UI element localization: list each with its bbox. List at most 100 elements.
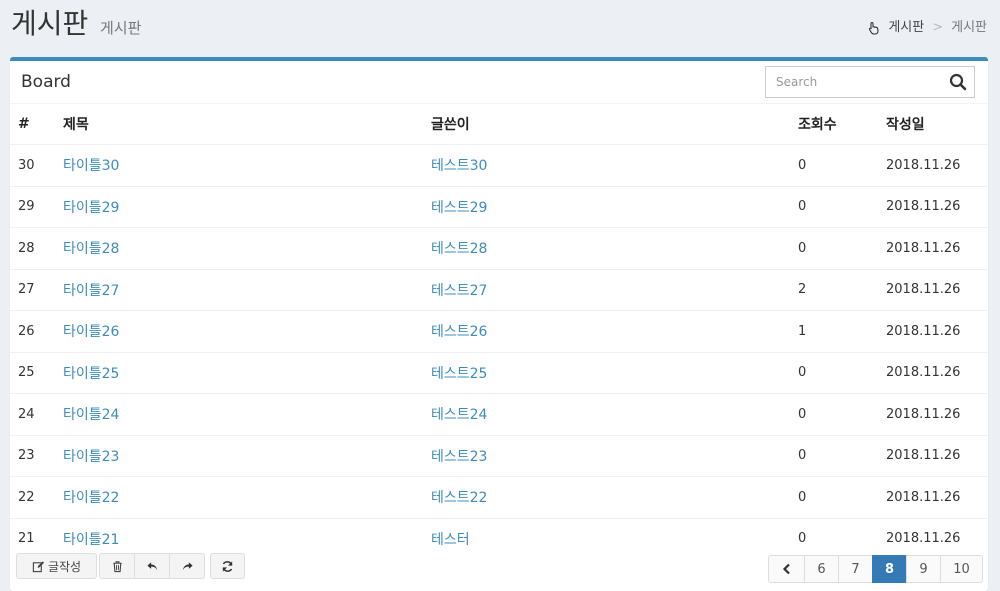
row-views: 1: [790, 310, 878, 352]
row-views: 0: [790, 393, 878, 435]
row-views: 0: [790, 434, 878, 477]
row-views: 0: [790, 185, 878, 228]
page-subtitle: 게시판: [100, 19, 142, 37]
row-writer-cell: 테스트26: [423, 310, 790, 352]
table-header-row: # 제목 글쓴이 조회수 작성일: [10, 104, 988, 145]
chevron-left-icon: [781, 563, 793, 575]
row-views: 2: [790, 268, 878, 311]
post-title-link[interactable]: 타이틀26: [63, 324, 119, 340]
row-number: 28: [10, 227, 55, 269]
row-date: 2018.11.26: [878, 185, 988, 228]
post-title-link[interactable]: 타이틀27: [63, 283, 119, 299]
row-title-cell: 타이틀22: [55, 476, 423, 518]
search-box: [765, 66, 975, 98]
post-title-link[interactable]: 타이틀21: [63, 532, 119, 548]
pagination-prev-button[interactable]: [768, 555, 805, 583]
row-views: 0: [790, 144, 878, 186]
breadcrumb-home-link[interactable]: 게시판: [888, 19, 924, 37]
search-icon[interactable]: [949, 73, 967, 91]
reply-button[interactable]: [134, 553, 170, 579]
row-date: 2018.11.26: [878, 227, 988, 269]
row-writer-cell: 테스트27: [423, 268, 790, 311]
post-title-link[interactable]: 타이틀29: [63, 200, 119, 216]
row-title-cell: 타이틀26: [55, 310, 423, 352]
row-number: 22: [10, 476, 55, 518]
board-box: Board # 제목 글쓴이 조회수 작성일 30타이틀30테스트3002018…: [10, 57, 988, 591]
search-input[interactable]: [776, 67, 936, 97]
row-date: 2018.11.26: [878, 144, 988, 186]
delete-button[interactable]: [99, 553, 135, 579]
write-button-label: 글작성: [47, 559, 82, 574]
table-body: 30 타이틀30 테스트30 0 2018.11.26 29 타이틀29 테스트29 0 2018…: [10, 144, 988, 559]
row-title-cell: 타이틀24: [55, 393, 423, 435]
post-writer-link[interactable]: 테스트30: [431, 158, 487, 174]
row-number: 25: [10, 351, 55, 394]
share-icon: [181, 560, 194, 573]
post-writer-link[interactable]: 테스트29: [431, 200, 487, 216]
column-header-number: #: [10, 104, 55, 145]
pagination-page-6[interactable]: 6: [804, 555, 839, 583]
row-number: 30: [10, 144, 55, 186]
row-writer-cell: 테스트28: [423, 227, 790, 269]
box-header: Board: [10, 61, 988, 104]
row-writer-cell: 테스트25: [423, 351, 790, 394]
post-title-link[interactable]: 타이틀24: [63, 407, 119, 423]
column-header-writer: 글쓴이: [423, 104, 790, 145]
column-header-views: 조회수: [790, 104, 878, 145]
row-date: 2018.11.26: [878, 310, 988, 352]
row-date: 2018.11.26: [878, 351, 988, 394]
post-writer-link[interactable]: 테스트28: [431, 241, 487, 257]
table-row: 30 타이틀30 테스트30 0 2018.11.26: [10, 144, 988, 186]
post-title-link[interactable]: 타이틀22: [63, 490, 119, 506]
row-writer-cell: 테스트30: [423, 144, 790, 186]
row-writer-cell: 테스트24: [423, 393, 790, 435]
pagination-page-8-current[interactable]: 8: [872, 555, 907, 583]
post-writer-link[interactable]: 테스트26: [431, 324, 487, 340]
forward-button[interactable]: [169, 553, 205, 579]
post-writer-link[interactable]: 테스트27: [431, 283, 487, 299]
row-views: 0: [790, 476, 878, 518]
box-footer: 글작성 6 7 8 9 10: [10, 553, 988, 585]
post-title-link[interactable]: 타이틀25: [63, 366, 119, 382]
post-writer-link[interactable]: 테스터: [431, 532, 470, 548]
trash-icon: [111, 560, 124, 573]
pagination-page-9[interactable]: 9: [906, 555, 941, 583]
post-writer-link[interactable]: 테스트22: [431, 490, 487, 506]
breadcrumb: 게시판 > 게시판: [867, 19, 987, 37]
row-writer-cell: 테스트22: [423, 476, 790, 518]
row-views: 0: [790, 227, 878, 269]
write-button[interactable]: 글작성: [16, 553, 97, 579]
post-title-link[interactable]: 타이틀23: [63, 449, 119, 465]
pagination-page-7[interactable]: 7: [838, 555, 873, 583]
row-number: 23: [10, 434, 55, 477]
page-title: 게시판: [11, 7, 89, 40]
row-number: 27: [10, 268, 55, 311]
action-button-group: [99, 553, 205, 579]
row-views: 0: [790, 351, 878, 394]
breadcrumb-separator: >: [932, 20, 944, 35]
post-title-link[interactable]: 타이틀30: [63, 158, 119, 174]
row-writer-cell: 테스트29: [423, 185, 790, 228]
pagination-page-10[interactable]: 10: [940, 555, 983, 583]
refresh-button[interactable]: [210, 553, 245, 579]
refresh-icon: [221, 560, 234, 573]
column-header-title: 제목: [55, 104, 423, 145]
post-writer-link[interactable]: 테스트23: [431, 449, 487, 465]
post-writer-link[interactable]: 테스트24: [431, 407, 487, 423]
row-date: 2018.11.26: [878, 268, 988, 311]
table-row: 23 타이틀23 테스트23 0 2018.11.26: [10, 434, 988, 477]
board-table: # 제목 글쓴이 조회수 작성일 30 타이틀30 테스트30 0 2018.11.26…: [10, 104, 988, 559]
row-title-cell: 타이틀27: [55, 268, 423, 311]
post-writer-link[interactable]: 테스트25: [431, 366, 487, 382]
row-date: 2018.11.26: [878, 434, 988, 477]
row-title-cell: 타이틀25: [55, 351, 423, 394]
table-row: 26 타이틀26 테스트26 1 2018.11.26: [10, 310, 988, 352]
edit-icon: [32, 560, 48, 573]
row-number: 29: [10, 185, 55, 228]
content-header: 게시판 게시판 게시판 > 게시판: [0, 0, 1000, 58]
hand-pointer-icon: [867, 21, 881, 35]
row-writer-cell: 테스트23: [423, 434, 790, 477]
post-title-link[interactable]: 타이틀28: [63, 241, 119, 257]
table-row: 28 타이틀28 테스트28 0 2018.11.26: [10, 227, 988, 269]
row-title-cell: 타이틀29: [55, 185, 423, 228]
